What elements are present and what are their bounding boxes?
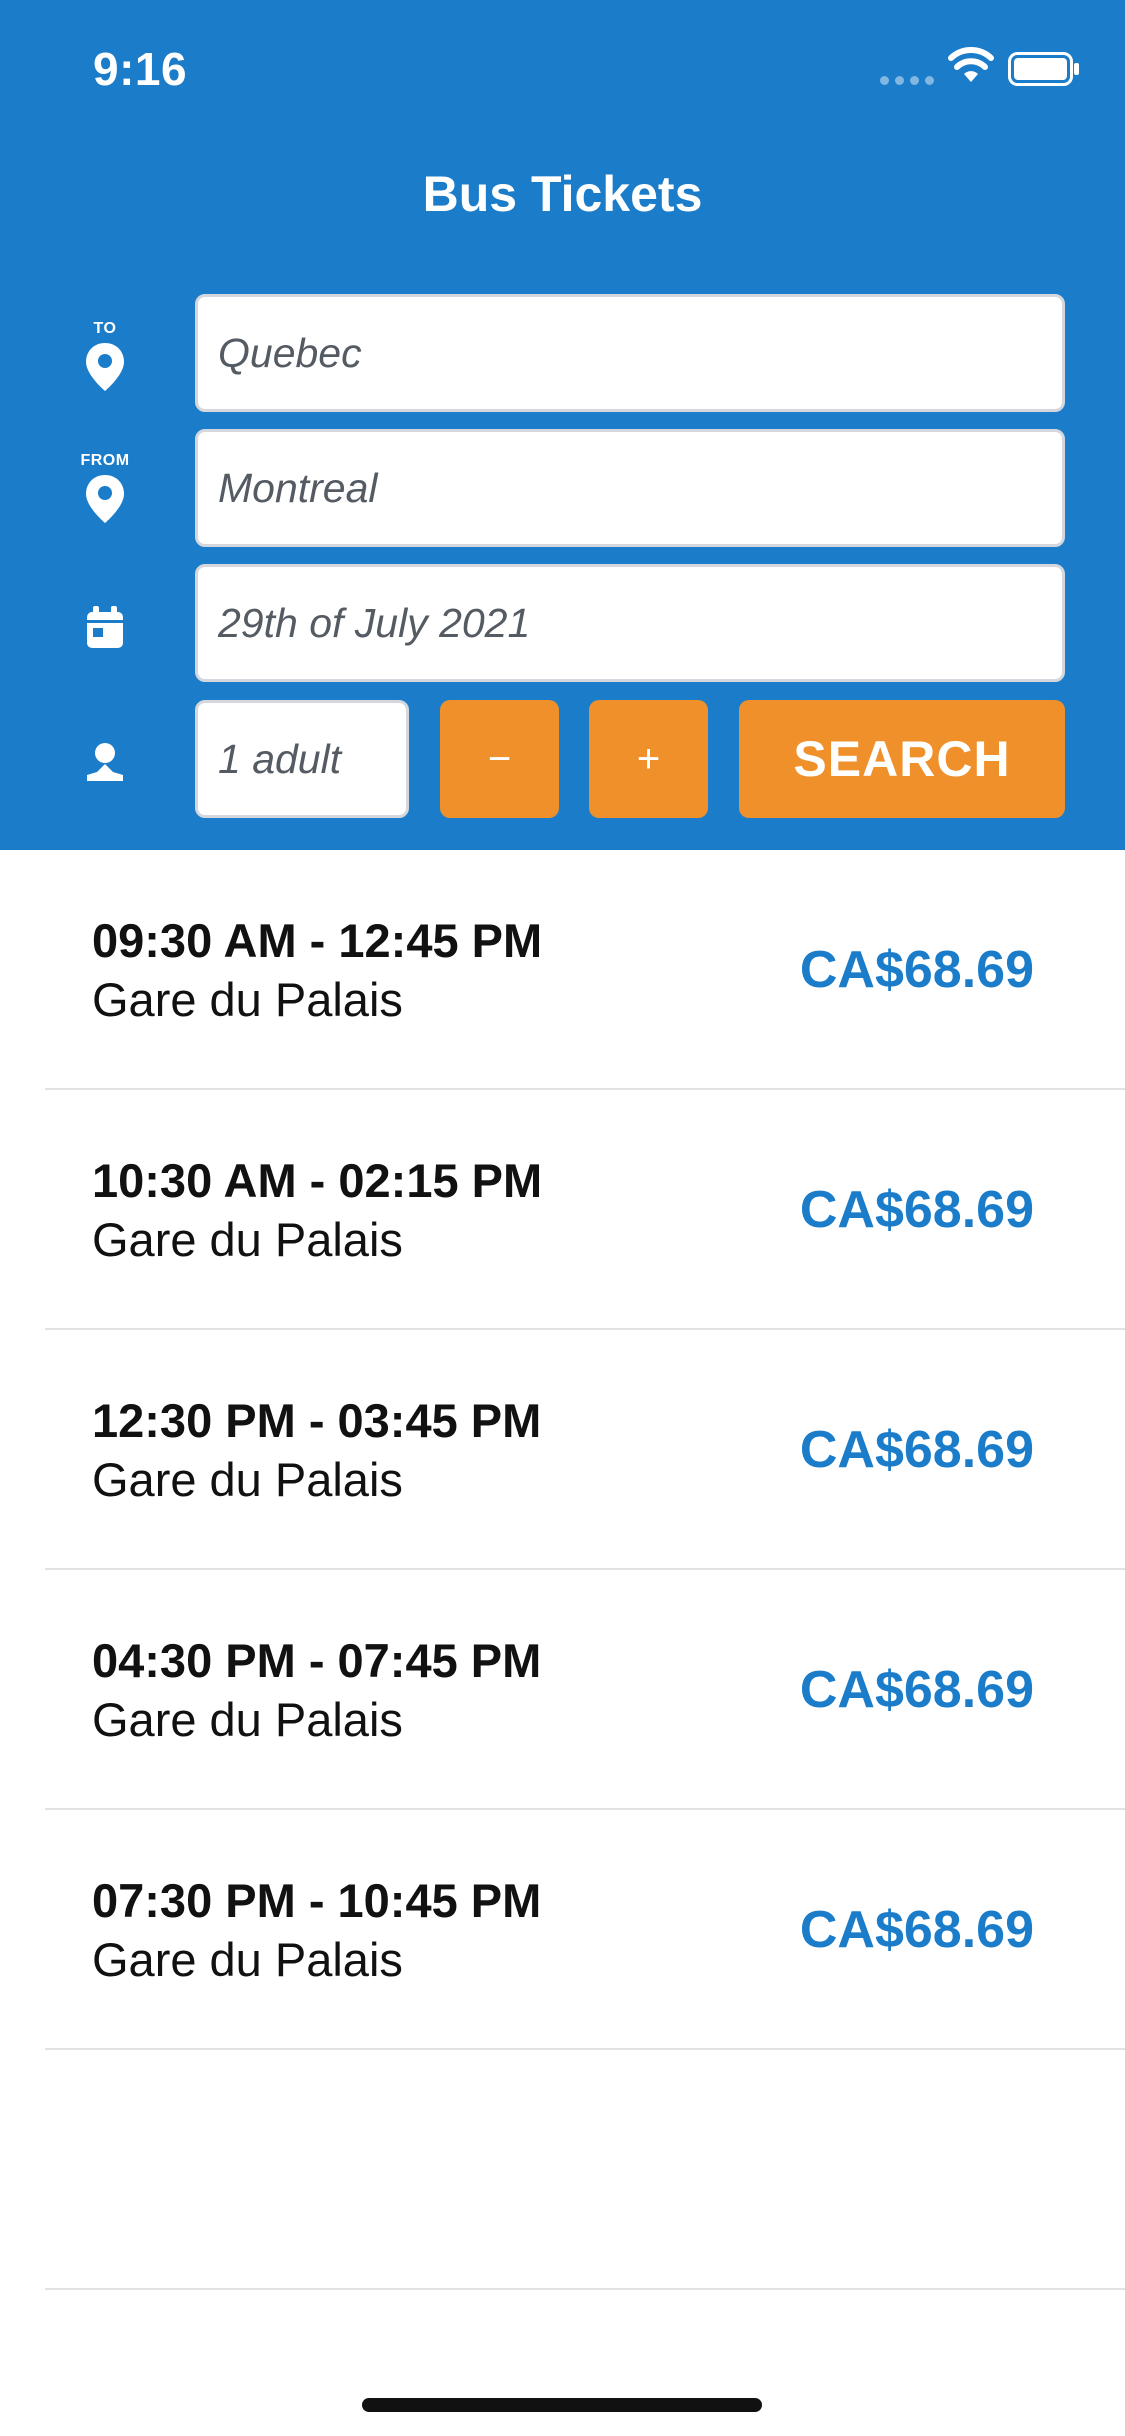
result-station: Gare du Palais [92, 1213, 403, 1266]
date-indicator [62, 602, 148, 650]
status-bar: 9:16 [0, 0, 1125, 140]
from-field-value: Montreal [218, 465, 378, 511]
header: 9:16 Bus Tickets TO Quebec FROM Montreal… [0, 0, 1125, 850]
result-row[interactable]: 09:30 AM - 12:45 PM Gare du Palais CA$68… [45, 850, 1125, 1090]
date-field-value: 29th of July 2021 [218, 600, 531, 646]
to-indicator: TO [62, 320, 148, 392]
result-row[interactable]: 12:30 PM - 03:45 PM Gare du Palais CA$68… [45, 1330, 1125, 1570]
increase-passengers-button[interactable]: + [589, 700, 708, 818]
result-row[interactable]: 04:30 PM - 07:45 PM Gare du Palais CA$68… [45, 1570, 1125, 1810]
from-indicator: FROM [62, 452, 148, 524]
result-station: Gare du Palais [92, 1453, 403, 1506]
status-time: 9:16 [93, 43, 188, 95]
passengers-field-value: 1 adult [218, 736, 342, 782]
location-pin-icon [86, 343, 124, 391]
results-list: 09:30 AM - 12:45 PM Gare du Palais CA$68… [0, 850, 1125, 2290]
result-price: CA$68.69 [799, 1901, 1034, 1959]
result-station: Gare du Palais [92, 973, 403, 1026]
home-indicator[interactable] [362, 2398, 762, 2412]
result-station: Gare du Palais [92, 1933, 403, 1986]
result-price: CA$68.69 [799, 1181, 1034, 1239]
passengers-indicator [62, 738, 148, 782]
date-field[interactable]: 29th of July 2021 [195, 564, 1065, 682]
result-row[interactable]: 07:30 PM - 10:45 PM Gare du Palais CA$68… [45, 1810, 1125, 2050]
from-label: FROM [80, 452, 130, 469]
passengers-field[interactable]: 1 adult [195, 700, 409, 818]
empty-list-row [45, 2050, 1125, 2290]
page-title: Bus Tickets [422, 166, 703, 222]
result-price: CA$68.69 [799, 1661, 1034, 1719]
location-pin-icon [86, 475, 124, 523]
result-station: Gare du Palais [92, 1693, 403, 1746]
result-time: 04:30 PM - 07:45 PM [92, 1634, 542, 1687]
result-price: CA$68.69 [799, 1421, 1034, 1479]
search-button[interactable]: SEARCH [739, 700, 1065, 818]
from-field[interactable]: Montreal [195, 429, 1065, 547]
result-time: 12:30 PM - 03:45 PM [92, 1394, 542, 1447]
result-row[interactable]: 10:30 AM - 02:15 PM Gare du Palais CA$68… [45, 1090, 1125, 1330]
to-field[interactable]: Quebec [195, 294, 1065, 412]
decrease-passengers-button[interactable]: − [440, 700, 559, 818]
to-label: TO [93, 320, 117, 337]
person-icon [87, 743, 123, 781]
to-field-value: Quebec [218, 330, 362, 376]
wifi-icon [948, 47, 994, 82]
result-time: 09:30 AM - 12:45 PM [92, 914, 543, 967]
battery-icon [1008, 52, 1079, 86]
cellular-signal-icon [880, 76, 934, 86]
calendar-icon [87, 606, 123, 648]
result-time: 07:30 PM - 10:45 PM [92, 1874, 542, 1927]
result-price: CA$68.69 [799, 941, 1034, 999]
result-time: 10:30 AM - 02:15 PM [92, 1154, 543, 1207]
